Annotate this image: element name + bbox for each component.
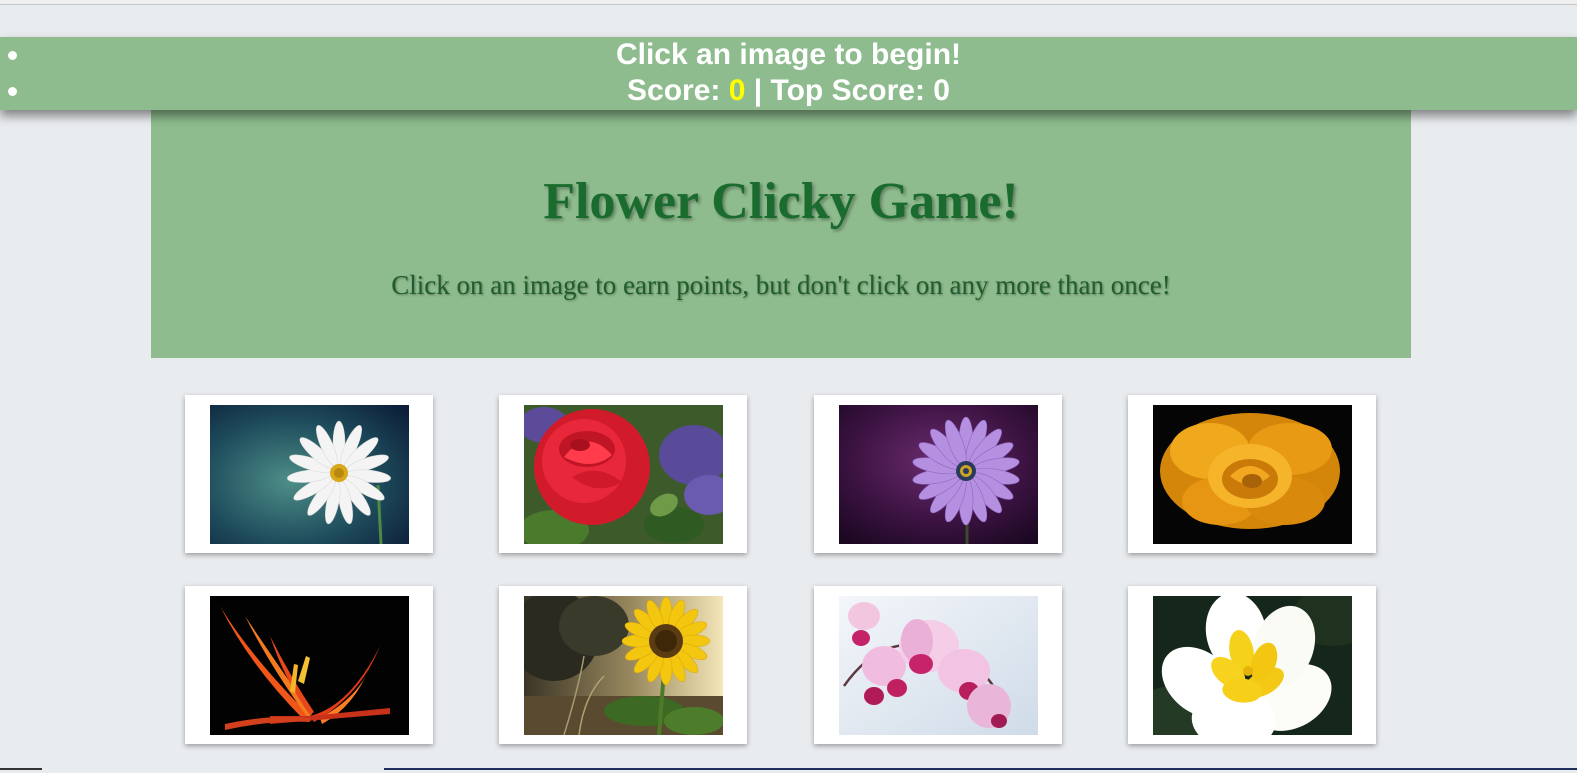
flower-card-white-daisy[interactable] xyxy=(185,395,433,553)
jumbotron: Flower Clicky Game! Click on an image to… xyxy=(151,110,1411,358)
pink-orchid-image[interactable] xyxy=(839,596,1038,735)
purple-daisy-image[interactable] xyxy=(839,405,1038,544)
bird-of-paradise-image[interactable] xyxy=(210,596,409,735)
top-score-value: 0 xyxy=(933,74,950,107)
red-rose-image[interactable] xyxy=(524,405,723,544)
score-value: 0 xyxy=(728,74,746,107)
nav-status-item: Click an image to begin! xyxy=(0,37,1577,73)
flower-card-red-rose[interactable] xyxy=(499,395,747,553)
yellow-rose-image[interactable] xyxy=(1153,405,1352,544)
flower-card-sunflower[interactable] xyxy=(499,586,747,744)
flower-card-purple-daisy[interactable] xyxy=(814,395,1062,553)
navbar: Click an image to begin! Score: 0 | Top … xyxy=(0,37,1577,110)
bullet-icon xyxy=(8,87,17,96)
flower-card-pink-orchid[interactable] xyxy=(814,586,1062,744)
white-daisy-image[interactable] xyxy=(210,405,409,544)
bullet-icon xyxy=(8,51,17,60)
bottom-divider xyxy=(384,768,1577,770)
score-separator: | xyxy=(745,74,771,107)
score-label: Score: xyxy=(627,74,729,107)
page-title: Flower Clicky Game! xyxy=(543,173,1019,230)
flower-card-plumeria[interactable] xyxy=(1128,586,1376,744)
flower-card-yellow-rose[interactable] xyxy=(1128,395,1376,553)
instructions: Click on an image to earn points, but do… xyxy=(391,270,1171,300)
top-score-label: Top Score: xyxy=(770,74,934,107)
nav-list: Click an image to begin! Score: 0 | Top … xyxy=(0,37,1577,109)
plumeria-image[interactable] xyxy=(1153,596,1352,735)
bottom-divider xyxy=(0,768,42,770)
browser-top-bar xyxy=(0,0,1577,5)
status-message: Click an image to begin! xyxy=(615,38,962,71)
flower-card-bird-of-paradise[interactable] xyxy=(185,586,433,744)
nav-score-item: Score: 0 | Top Score: 0 xyxy=(0,73,1577,109)
sunflower-image[interactable] xyxy=(524,596,723,735)
